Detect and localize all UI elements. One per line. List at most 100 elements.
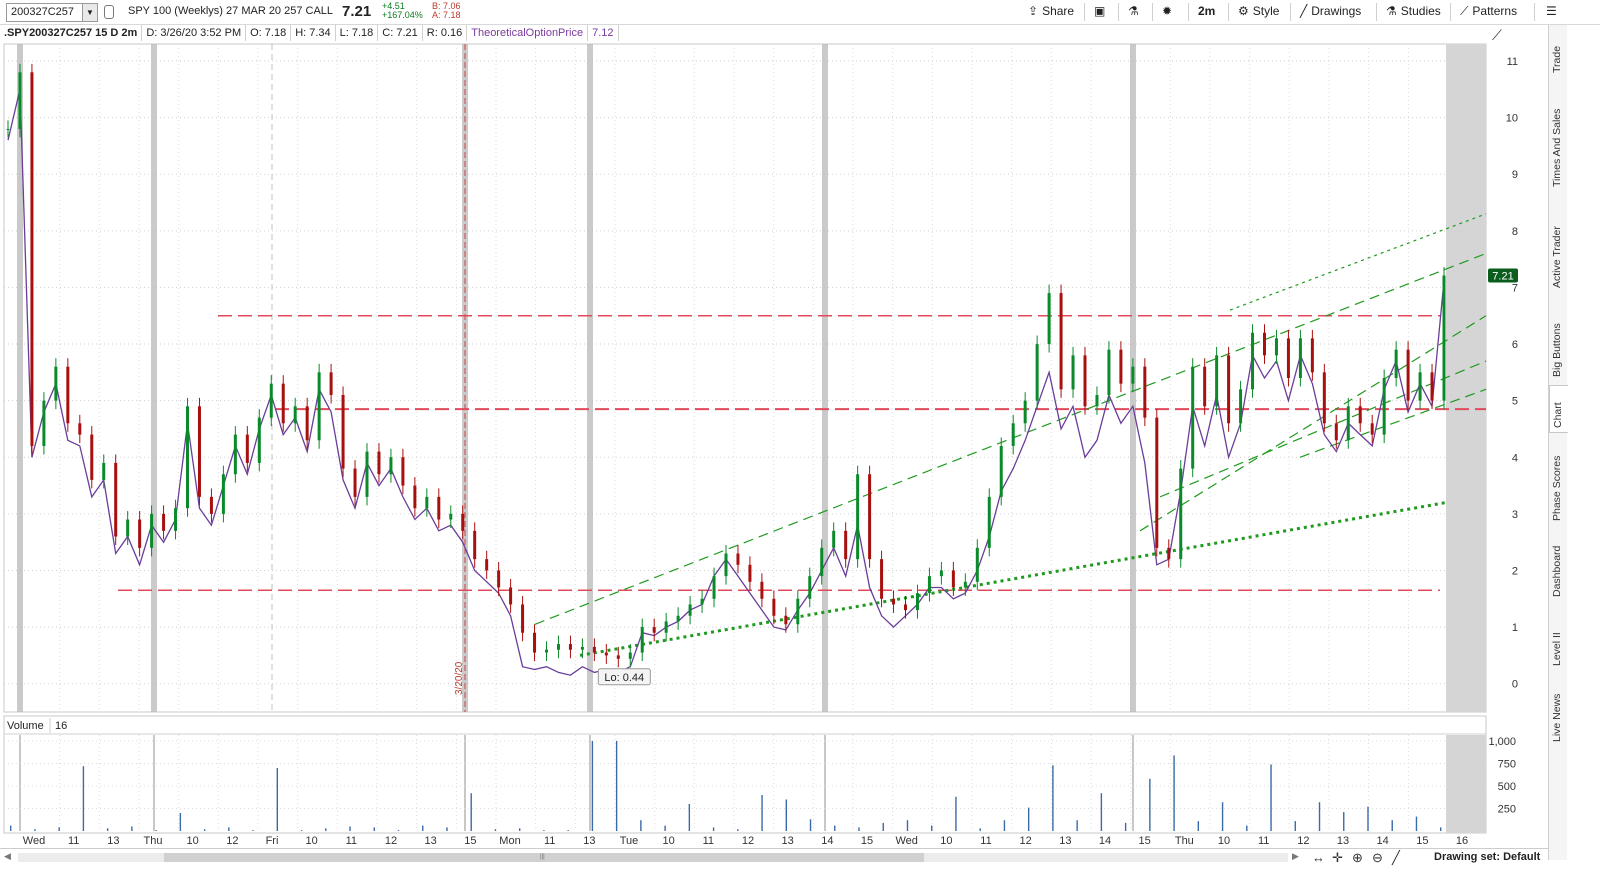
- candle-body: [700, 598, 704, 605]
- candle-body: [102, 462, 106, 480]
- nav-tab-label: Active Trader: [1551, 226, 1563, 289]
- volume-bar: [1367, 806, 1369, 831]
- volume-bar: [1197, 821, 1200, 831]
- candle-body: [54, 366, 58, 401]
- candle-body: [1155, 417, 1159, 548]
- expansion-area: [1446, 44, 1486, 712]
- y-tick-label: 11: [1507, 56, 1518, 68]
- candle-body: [1167, 547, 1171, 560]
- y-tick-label: 4: [1512, 452, 1518, 464]
- drawing-set-label[interactable]: Drawing set: Default: [1434, 851, 1540, 863]
- nav-tab-times-and-sales[interactable]: Times And Sales: [1549, 81, 1567, 191]
- scroll-right-icon[interactable]: ▶: [1292, 851, 1299, 862]
- price-badge-label: 7.21: [1492, 271, 1513, 283]
- zoom-out-icon[interactable]: ⊖: [1372, 850, 1383, 866]
- candle-body: [832, 530, 836, 548]
- nav-tab-live-news[interactable]: Live News: [1549, 674, 1567, 746]
- nav-tab-level-ii[interactable]: Level II: [1549, 605, 1567, 670]
- y-tick-label: 3: [1512, 509, 1518, 521]
- candle-body: [353, 468, 357, 497]
- candle-body: [772, 598, 776, 616]
- volume-bar: [446, 827, 448, 831]
- candle-body: [497, 570, 501, 588]
- volume-bar: [1343, 812, 1345, 831]
- pan-icon[interactable]: ↔: [1312, 850, 1325, 865]
- nav-tab-dashboard[interactable]: Dashboard: [1549, 529, 1567, 601]
- volume-bar: [1173, 755, 1175, 831]
- candle-body: [868, 474, 872, 560]
- x-tick-label: 14: [1099, 835, 1111, 847]
- price-chart[interactable]: 01234567891011Wed 11 13 Thu 10 12 Fri 10 11 12 13 1…: [0, 0, 1548, 848]
- candle-body: [592, 646, 596, 653]
- volume-bar: [955, 796, 957, 831]
- scrollbar-grip-icon: |||: [540, 854, 545, 860]
- candle-body: [461, 513, 465, 531]
- candle-body: [975, 547, 979, 582]
- volume-bar: [664, 825, 666, 831]
- x-tick-label: 15: [1416, 835, 1428, 847]
- nav-tab-label: Big Buttons: [1551, 322, 1563, 377]
- crosshair-icon[interactable]: ✛: [1332, 850, 1343, 866]
- scroll-left-icon[interactable]: ◀: [4, 851, 11, 862]
- volume-bar: [34, 829, 36, 831]
- candle-body: [533, 632, 537, 653]
- candle-body: [377, 451, 381, 475]
- x-tick-label: 12: [1297, 835, 1309, 847]
- drawing-tool-icon[interactable]: ╱: [1392, 850, 1400, 866]
- candle-body: [1011, 423, 1015, 446]
- candle-body: [820, 547, 824, 577]
- candle-body: [1263, 332, 1266, 356]
- volume-bar: [325, 828, 327, 831]
- bottom-bar: ◀ ||| ▶ ↔ ✛ ⊕ ⊖ ╱ Drawing set: Default: [0, 848, 1548, 871]
- candle-body: [114, 462, 118, 537]
- candle-body: [904, 604, 907, 611]
- volume-bar: [58, 827, 60, 831]
- candle-body: [485, 559, 489, 571]
- candle-body: [1406, 349, 1410, 401]
- x-tick-label: 13: [583, 835, 595, 847]
- candle-body: [1179, 468, 1183, 560]
- volume-bar: [785, 799, 787, 831]
- candle-body: [844, 530, 848, 560]
- candle-body: [257, 417, 261, 463]
- volume-bar: [591, 741, 594, 831]
- volume-bar: [1440, 827, 1442, 831]
- volume-bar: [688, 804, 691, 831]
- nav-tab-phase-scores[interactable]: Phase Scores: [1549, 435, 1567, 526]
- y-tick-label: 9: [1512, 169, 1518, 181]
- candle-body: [1191, 366, 1195, 469]
- candle-body: [1107, 349, 1111, 395]
- x-tick-label: Mon: [499, 835, 520, 847]
- x-tick-label: 10: [1218, 835, 1230, 847]
- candle-body: [1203, 366, 1207, 407]
- low-marker-label: Lo: 0.44: [604, 672, 644, 684]
- y-tick-label: 1: [1512, 622, 1518, 634]
- candle-body: [1286, 338, 1290, 378]
- menu-button[interactable]: ☰: [1546, 2, 1561, 21]
- x-tick-label: 10: [663, 835, 675, 847]
- candle-body: [748, 564, 752, 582]
- x-tick-label: 13: [107, 835, 119, 847]
- nav-tab-trade[interactable]: Trade: [1549, 31, 1567, 77]
- candle-body: [365, 451, 369, 497]
- nav-tab-big-buttons[interactable]: Big Buttons: [1549, 296, 1567, 380]
- y-tick-label: 10: [1506, 113, 1518, 125]
- candle-body: [389, 457, 393, 475]
- y-tick-label: 8: [1512, 226, 1518, 238]
- x-tick-label: 15: [464, 835, 476, 847]
- x-tick-label: 12: [385, 835, 397, 847]
- zoom-in-icon[interactable]: ⊕: [1352, 850, 1363, 866]
- candle-body: [1143, 366, 1147, 418]
- candle-body: [401, 457, 405, 486]
- nav-tab-active-trader[interactable]: Active Trader: [1549, 195, 1567, 292]
- candle-body: [1382, 378, 1386, 435]
- nav-tab-label: Dashboard: [1551, 545, 1563, 597]
- volume-bar: [615, 741, 618, 831]
- x-tick-label: 11: [703, 835, 714, 847]
- volume-bar: [1294, 821, 1296, 831]
- nav-tab-chart[interactable]: Chart: [1549, 384, 1568, 433]
- volume-bar: [179, 813, 182, 831]
- x-tick-label: 13: [782, 835, 794, 847]
- candle-body: [1334, 423, 1338, 441]
- candle-body: [18, 72, 22, 129]
